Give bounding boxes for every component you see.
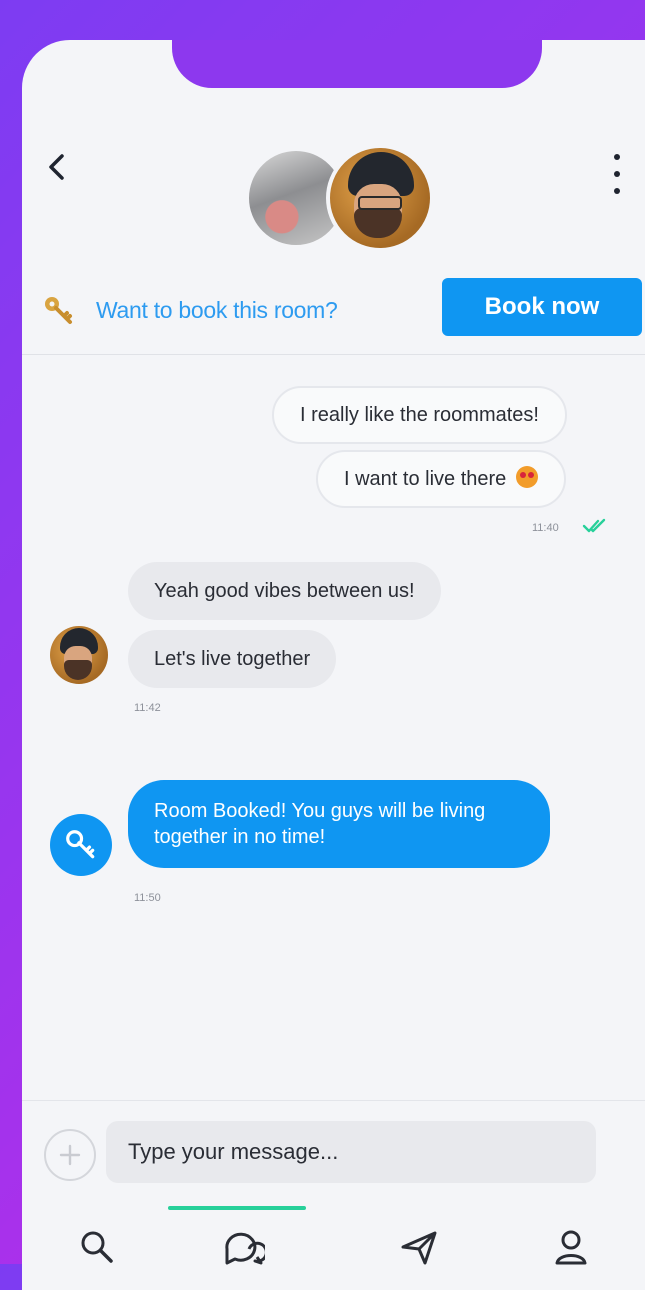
message-input[interactable] xyxy=(106,1121,596,1183)
active-tab-indicator xyxy=(168,1206,306,1210)
message-timestamp: 11:42 xyxy=(134,702,161,714)
vertical-dots-icon xyxy=(614,154,620,160)
sender-avatar[interactable] xyxy=(50,626,108,684)
profile-icon xyxy=(555,1230,587,1265)
double-check-icon xyxy=(582,518,606,533)
bottom-tab-bar xyxy=(22,1206,645,1290)
tab-profile[interactable] xyxy=(546,1222,596,1272)
tab-search[interactable] xyxy=(72,1222,122,1272)
incoming-message[interactable]: Yeah good vibes between us! xyxy=(128,562,441,620)
tab-chat[interactable] xyxy=(218,1222,268,1272)
chat-participants[interactable] xyxy=(246,144,434,252)
booking-banner: Want to book this room? Book now xyxy=(22,272,645,355)
tab-send[interactable] xyxy=(394,1222,444,1272)
key-icon xyxy=(45,297,72,324)
phone-screen: Want to book this room? Book now I reall… xyxy=(22,40,645,1290)
attach-button[interactable] xyxy=(44,1129,96,1181)
device-notch xyxy=(172,40,542,88)
send-icon xyxy=(401,1231,437,1265)
plus-icon xyxy=(59,1144,81,1166)
user-avatar xyxy=(326,144,434,252)
message-timestamp: 11:50 xyxy=(134,892,161,904)
message-timestamp: 11:40 xyxy=(532,522,559,534)
book-now-button[interactable]: Book now xyxy=(442,278,642,336)
chat-icon xyxy=(225,1232,265,1265)
booking-prompt[interactable]: Want to book this room? xyxy=(96,294,338,326)
outgoing-message[interactable]: I really like the roommates! xyxy=(272,386,567,444)
heart-eyes-emoji xyxy=(516,466,539,488)
message-composer xyxy=(22,1100,645,1211)
search-icon xyxy=(81,1231,113,1263)
more-options-button[interactable] xyxy=(602,154,632,194)
system-avatar xyxy=(50,814,112,876)
incoming-message[interactable]: Let's live together xyxy=(128,630,337,688)
outgoing-message[interactable]: I want to live there xyxy=(316,450,567,508)
chevron-left-icon xyxy=(49,154,64,180)
system-message[interactable]: Room Booked! You guys will be living tog… xyxy=(128,780,550,868)
key-icon xyxy=(66,830,95,859)
back-button[interactable] xyxy=(42,152,72,182)
